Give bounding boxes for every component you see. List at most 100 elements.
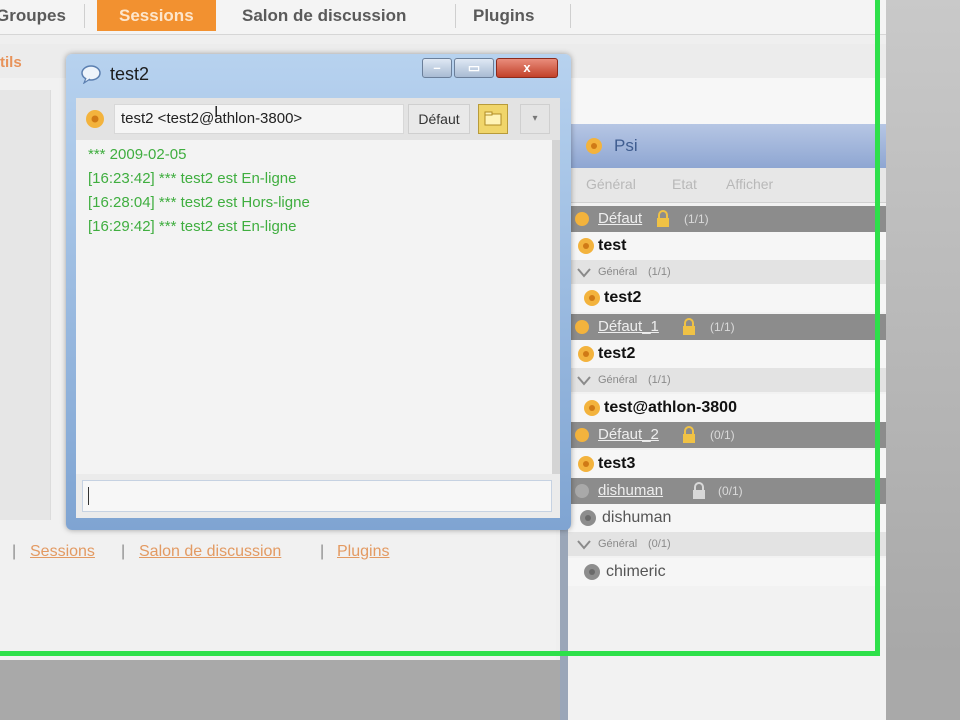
log-line: *** 2009-02-05 <box>88 146 187 163</box>
offline-status-icon <box>584 564 600 580</box>
chevron-down-icon[interactable] <box>576 374 596 394</box>
folder-icon <box>484 111 502 126</box>
group-name: dishuman <box>598 482 664 499</box>
chevron-down-icon: ▾ <box>532 113 538 124</box>
roster-titlebar[interactable]: Psi <box>568 124 886 168</box>
chat-log-scrollbar[interactable] <box>552 140 560 474</box>
roster-menubar: Général Etat Afficher <box>568 168 886 203</box>
online-status-icon <box>578 346 594 362</box>
menu-general[interactable]: Général <box>586 176 636 192</box>
psi-flower-icon <box>586 138 602 154</box>
contact-name: test2 <box>604 289 642 306</box>
group-name: Défaut_1 <box>598 318 659 335</box>
maximize-icon: ▭ <box>467 60 481 75</box>
roster-contact-row[interactable]: dishuman <box>568 504 886 532</box>
online-status-icon <box>584 400 600 416</box>
roster-title: Psi <box>614 136 638 155</box>
group-flower-icon <box>575 484 589 498</box>
roster-contact-row[interactable]: test2 <box>568 340 886 368</box>
log-line: [16:28:04] *** test2 est Hors-ligne <box>88 194 310 211</box>
footer-link-sessions[interactable]: Sessions <box>30 543 95 561</box>
minimize-icon: – <box>433 60 441 75</box>
chat-window: test2 – ▭ x test2 <test2@athlon-3800> Dé… <box>66 54 571 530</box>
text-cursor-icon: I <box>214 104 219 121</box>
chat-window-title: test2 <box>110 64 150 84</box>
nav-separator <box>570 4 571 28</box>
group-flower-icon <box>575 428 589 442</box>
contact-name: test@athlon-3800 <box>604 399 737 416</box>
subgroup-name: Général <box>598 374 638 386</box>
lock-icon <box>683 318 695 335</box>
close-icon: x <box>523 60 531 75</box>
online-status-icon <box>584 290 600 306</box>
roster-group-row[interactable]: dishuman (0/1) <box>568 478 886 504</box>
group-name: Défaut_2 <box>598 426 659 443</box>
options-dropdown-button[interactable]: ▾ <box>520 104 550 134</box>
nav-tab-salon-de-discussion[interactable]: Salon de discussion <box>242 0 406 31</box>
roster-window: Psi Général Etat Afficher Défaut (1/1) t… <box>560 124 886 720</box>
roster-group-row[interactable]: Défaut_2 (0/1) <box>568 422 886 448</box>
subgroup-name: Général <box>598 538 638 550</box>
menu-afficher[interactable]: Afficher <box>726 176 773 192</box>
subgroup-name: Général <box>598 266 638 278</box>
chevron-down-icon[interactable] <box>576 538 596 558</box>
roster-contact-row[interactable]: chimeric <box>568 558 886 586</box>
roster-subgroup-row[interactable]: Général (0/1) <box>568 532 886 556</box>
roster-contact-row[interactable]: test3 <box>568 450 886 478</box>
chat-log[interactable]: *** 2009-02-05 [16:23:42] *** test2 est … <box>76 140 552 474</box>
background-window-edge <box>886 0 960 720</box>
group-count: (1/1) <box>710 320 735 334</box>
text-caret <box>88 487 89 505</box>
message-input[interactable] <box>82 480 552 512</box>
log-line: [16:29:42] *** test2 est En-ligne <box>88 218 297 235</box>
offline-status-icon <box>580 510 596 526</box>
roster-contact-row[interactable]: test2 <box>568 284 886 312</box>
roster-group-row[interactable]: Défaut (1/1) <box>568 206 886 232</box>
subgroup-count: (0/1) <box>648 538 671 550</box>
nav-separator <box>84 4 85 28</box>
contact-status-icon <box>86 110 104 128</box>
contact-name: test <box>598 237 627 254</box>
footer-separator: | <box>121 543 126 560</box>
online-status-icon <box>578 456 594 472</box>
chat-header: test2 <test2@athlon-3800> Défaut ▾ <box>76 98 560 141</box>
roster-contact-row[interactable]: test@athlon-3800 <box>568 394 886 422</box>
content-header-area <box>556 78 886 126</box>
chat-client-area: test2 <test2@athlon-3800> Défaut ▾ *** 2… <box>76 98 560 518</box>
contact-name: chimeric <box>606 563 666 580</box>
group-count: (0/1) <box>718 484 743 498</box>
nav-tab-plugins[interactable]: Plugins <box>473 0 534 31</box>
sub-nav-outils-link[interactable]: tils <box>0 54 22 71</box>
roster-subgroup-row[interactable]: Général (1/1) <box>568 368 886 392</box>
log-line: [16:23:42] *** test2 est En-ligne <box>88 170 297 187</box>
subgroup-count: (1/1) <box>648 374 671 386</box>
group-name: Défaut <box>598 210 643 227</box>
subgroup-count: (1/1) <box>648 266 671 278</box>
contact-jid-field[interactable]: test2 <test2@athlon-3800> <box>114 104 404 134</box>
roster-subgroup-row[interactable]: Général (1/1) <box>568 260 886 284</box>
chevron-down-icon[interactable] <box>576 266 596 286</box>
menu-etat[interactable]: Etat <box>672 176 697 192</box>
nav-separator <box>455 4 456 28</box>
contact-name: test2 <box>598 345 636 362</box>
contact-name: dishuman <box>602 509 672 526</box>
roster-contact-row[interactable]: test <box>568 232 886 260</box>
nav-tab-sessions[interactable]: Sessions <box>97 0 216 31</box>
footer-link-plugins[interactable]: Plugins <box>337 543 389 561</box>
minimize-button[interactable]: – <box>422 58 452 78</box>
footer-separator: | <box>320 543 325 560</box>
close-button[interactable]: x <box>496 58 558 78</box>
contact-name: test3 <box>598 455 636 472</box>
nav-tab-groupes[interactable]: Groupes <box>0 0 66 31</box>
group-count: (0/1) <box>710 428 735 442</box>
footer-link-salon-de-discussion[interactable]: Salon de discussion <box>139 543 281 561</box>
group-flower-icon <box>575 320 589 334</box>
online-status-icon <box>578 238 594 254</box>
chat-bubble-icon <box>81 65 101 84</box>
maximize-button[interactable]: ▭ <box>454 58 494 78</box>
lock-icon <box>657 210 669 227</box>
status-button[interactable]: Défaut <box>408 104 470 134</box>
group-flower-icon <box>575 212 589 226</box>
history-button[interactable] <box>478 104 508 134</box>
roster-group-row[interactable]: Défaut_1 (1/1) <box>568 314 886 340</box>
